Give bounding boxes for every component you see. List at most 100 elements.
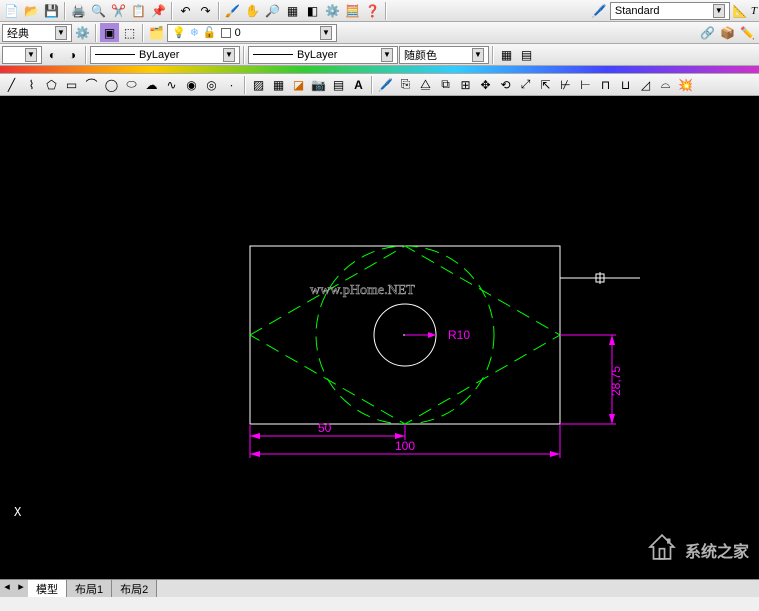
gear-icon[interactable]: ⚙️	[73, 23, 92, 42]
linetype-line	[95, 54, 135, 55]
chamfer-icon[interactable]: ◿	[636, 75, 655, 94]
trim-icon[interactable]: ⊬	[556, 75, 575, 94]
layer-icon[interactable]: ◧	[303, 1, 322, 20]
misc1-icon[interactable]: ▦	[497, 45, 516, 64]
circle-icon[interactable]: ◯	[102, 75, 121, 94]
pan-icon[interactable]: ✋	[243, 1, 262, 20]
style-tool-icon[interactable]: 📐	[731, 1, 750, 20]
cut-icon[interactable]: ✂️	[109, 1, 128, 20]
color-dropdown[interactable]: 随颜色 ▼	[399, 46, 489, 64]
redo-icon[interactable]: ↷	[196, 1, 215, 20]
style-dropdown[interactable]: Standard ▼	[610, 2, 730, 20]
break-icon[interactable]: ⊓	[596, 75, 615, 94]
donut-icon[interactable]: ◎	[202, 75, 221, 94]
block-def-icon[interactable]: 📦	[718, 23, 737, 42]
print-icon[interactable]: 🖨️	[69, 1, 88, 20]
find-icon[interactable]: 🔍	[89, 1, 108, 20]
dim50-arrow-l	[250, 433, 260, 439]
c1-icon[interactable]: ◐	[43, 45, 62, 64]
layer-name: 0	[235, 27, 241, 39]
separator	[142, 24, 144, 42]
hatch-icon[interactable]: ▨	[249, 75, 268, 94]
rect-icon[interactable]: ▭	[62, 75, 81, 94]
chevron-down-icon: ▼	[320, 26, 332, 40]
c2-icon[interactable]: ◑	[63, 45, 82, 64]
fillet-icon[interactable]: ⌓	[656, 75, 675, 94]
rotate-icon[interactable]: ⟲	[496, 75, 515, 94]
scale-icon[interactable]: ⤢	[516, 75, 535, 94]
text-icon[interactable]: A	[349, 75, 368, 94]
new-icon[interactable]: 📄	[2, 1, 21, 20]
color-accent-bar	[0, 66, 759, 74]
point-icon[interactable]: ∙	[222, 75, 241, 94]
query-icon[interactable]: ❓	[363, 1, 382, 20]
drawing-viewport[interactable]: R10 100 50 28,75 www.pHome.NET X	[0, 96, 759, 579]
chevron-down-icon: ▼	[472, 48, 484, 62]
gradient-icon[interactable]: ▦	[269, 75, 288, 94]
open-icon[interactable]: 📂	[22, 1, 41, 20]
extend-icon[interactable]: ⊢	[576, 75, 595, 94]
separator	[243, 46, 245, 64]
separator	[95, 24, 97, 42]
tool-icon[interactable]: ⚙️	[323, 1, 342, 20]
separator	[492, 46, 494, 64]
undo-icon[interactable]: ↶	[176, 1, 195, 20]
join-icon[interactable]: ⊔	[616, 75, 635, 94]
stretch-icon[interactable]: ⇱	[536, 75, 555, 94]
ellipse2-icon[interactable]: ◉	[182, 75, 201, 94]
edit-icon[interactable]: 🖊️	[376, 75, 395, 94]
chevron-down-icon: ▼	[381, 48, 393, 62]
r10-arrow	[428, 332, 436, 338]
arc-icon[interactable]: ⌒	[82, 75, 101, 94]
tab-scroll-right-icon[interactable]: ▸	[14, 580, 28, 597]
revcloud-icon[interactable]: ☁	[142, 75, 161, 94]
save-icon[interactable]: 💾	[42, 1, 61, 20]
array-icon[interactable]: ⊞	[456, 75, 475, 94]
polygon-icon[interactable]: ⬠	[42, 75, 61, 94]
layer-freeze-icon: ❄	[190, 26, 199, 39]
explode-icon[interactable]: 💥	[676, 75, 695, 94]
tool2-icon[interactable]: 🧮	[343, 1, 362, 20]
line-icon[interactable]: ╱	[2, 75, 21, 94]
ws2-icon[interactable]: ⬚	[120, 23, 139, 42]
mirror-icon[interactable]: ⧋	[416, 75, 435, 94]
ws1-icon[interactable]: ▣	[100, 23, 119, 42]
dim28-arrow-b	[609, 414, 615, 424]
move-icon[interactable]: ✥	[476, 75, 495, 94]
ellipse-icon[interactable]: ⬭	[122, 75, 141, 94]
table-icon[interactable]: ▤	[329, 75, 348, 94]
tab-scroll-left-icon[interactable]: ◂	[0, 580, 14, 597]
match-icon[interactable]: 🖌️	[223, 1, 242, 20]
copy2-icon[interactable]: ⎘	[396, 75, 415, 94]
layer-dropdown[interactable]: 💡 ❄ 🔓 0 ▼	[167, 24, 337, 42]
linetype-dropdown-2[interactable]: ByLayer ▼	[248, 46, 398, 64]
separator	[64, 2, 66, 20]
paste-icon[interactable]: 📌	[149, 1, 168, 20]
block-ref-icon[interactable]: 🔗	[698, 23, 717, 42]
offset-icon[interactable]: ⧉	[436, 75, 455, 94]
brush-icon[interactable]: 🖊️	[590, 1, 609, 20]
center-watermark: www.pHome.NET	[310, 283, 415, 298]
misc2-icon[interactable]: ▤	[517, 45, 536, 64]
copy-icon[interactable]: 📋	[129, 1, 148, 20]
lineweight-dropdown[interactable]: ▼	[2, 46, 42, 64]
workspace-dropdown[interactable]: 经典 ▼	[2, 24, 72, 42]
linetype-dropdown-1[interactable]: ByLayer ▼	[90, 46, 240, 64]
block-icon[interactable]: ▦	[283, 1, 302, 20]
camera-icon[interactable]: 📷	[309, 75, 328, 94]
tab-layout1[interactable]: 布局1	[67, 580, 112, 597]
linetype-1-label: ByLayer	[139, 49, 179, 61]
tab-layout2[interactable]: 布局2	[112, 580, 157, 597]
spline-icon[interactable]: ∿	[162, 75, 181, 94]
tab-model[interactable]: 模型	[28, 580, 67, 597]
color-label: 随颜色	[404, 47, 437, 63]
pline-icon[interactable]: ⌇	[22, 75, 41, 94]
region-icon[interactable]: ◪	[289, 75, 308, 94]
chevron-down-icon: ▼	[55, 26, 67, 40]
zoom-icon[interactable]: 🔎	[263, 1, 282, 20]
block-edit-icon[interactable]: ✏️	[738, 23, 757, 42]
linetype-line	[253, 54, 293, 55]
toolbar-row-5: ╱ ⌇ ⬠ ▭ ⌒ ◯ ⬭ ☁ ∿ ◉ ◎ ∙ ▨ ▦ ◪ 📷 ▤ A 🖊️ ⎘…	[0, 74, 759, 96]
drawing-svg: R10 100 50 28,75 www.pHome.NET	[0, 96, 759, 579]
layer-mgr-icon[interactable]: 🗂️	[147, 23, 166, 42]
